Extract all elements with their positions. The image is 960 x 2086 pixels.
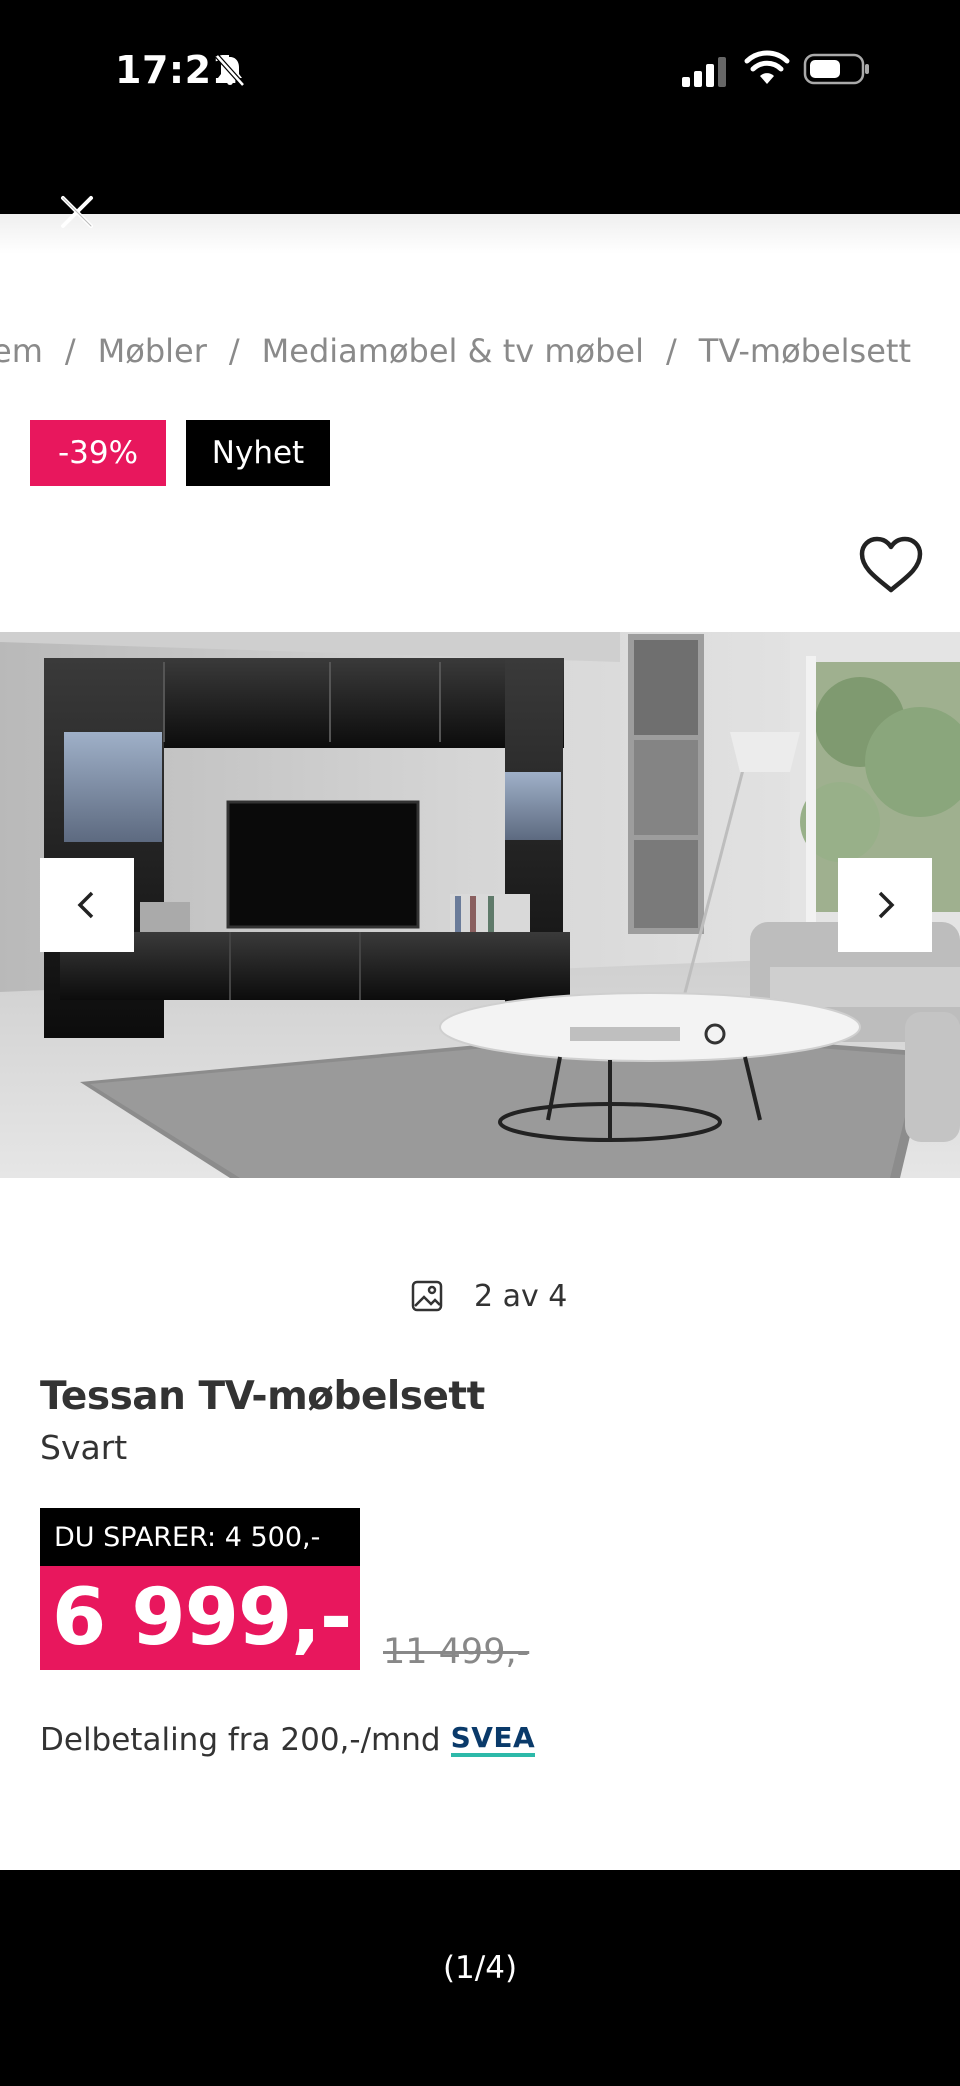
status-bar: 17:21 (0, 0, 960, 214)
product-color: Svart (40, 1428, 128, 1467)
close-icon[interactable] (55, 190, 99, 234)
price: 6 999,- (40, 1566, 360, 1670)
battery-icon (803, 53, 869, 85)
saving-label: DU SPARER: 4 500,- (40, 1508, 360, 1566)
wifi-icon (744, 50, 790, 84)
image-icon (411, 1280, 443, 1312)
bell-slash-icon (215, 54, 245, 87)
signal-icon (682, 57, 726, 87)
old-price: 11 499,- (383, 1632, 530, 1672)
sheet-top-shade (0, 214, 960, 254)
breadcrumb-separator: / (64, 332, 76, 370)
page-indicator: (1/4) (442, 1950, 518, 1986)
svea-logo: SVEA (450, 1723, 536, 1757)
installment-info[interactable]: Delbetaling fra 200,-/mnd SVEA (40, 1722, 536, 1758)
breadcrumb-item[interactable]: Møbler (98, 332, 207, 370)
heart-icon[interactable] (858, 536, 924, 594)
breadcrumb-item[interactable]: em (0, 332, 43, 370)
product-photo (0, 632, 960, 1178)
image-counter: 2 av 4 (410, 1274, 567, 1318)
breadcrumb: em / Møbler / Mediamøbel & tv møbel / TV-møbel… (0, 332, 911, 370)
product-title: Tessan TV-møbelsett (40, 1374, 485, 1419)
chevron-right-icon (878, 891, 895, 919)
breadcrumb-separator: / (666, 332, 677, 370)
breadcrumb-separator: / (228, 332, 240, 370)
gallery-next-button[interactable] (838, 858, 932, 952)
chevron-left-icon (77, 891, 94, 919)
image-counter-label: 2 av 4 (474, 1278, 568, 1314)
new-badge: Nyhet (186, 420, 330, 486)
product-image[interactable] (0, 632, 960, 1178)
breadcrumb-item[interactable]: Mediamøbel & tv møbel (262, 332, 644, 370)
breadcrumb-item[interactable]: TV-møbelsett (699, 332, 911, 370)
discount-badge: -39% (30, 420, 166, 486)
product-sheet: em / Møbler / Mediamøbel & tv møbel / TV-møbel… (0, 214, 960, 1870)
installment-text: Delbetaling fra 200,-/mnd (40, 1722, 441, 1758)
gallery-prev-button[interactable] (40, 858, 134, 952)
